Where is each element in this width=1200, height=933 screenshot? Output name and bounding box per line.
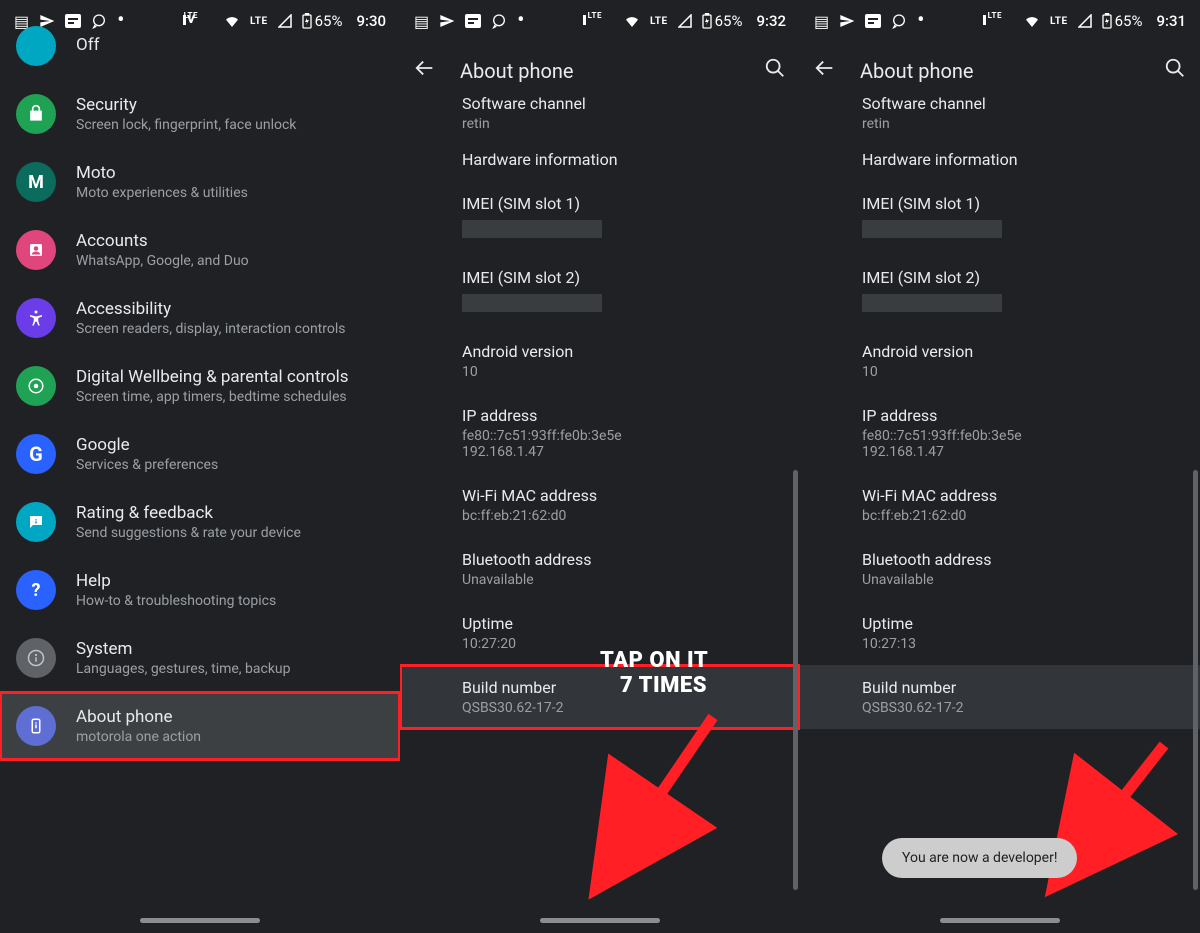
toast-developer: You are now a developer! bbox=[882, 838, 1077, 878]
screen-about-phone-toast: ▤ • LTE LTE 65% 9:31 About phone Softwar… bbox=[800, 0, 1200, 933]
row-bluetooth[interactable]: Bluetooth address Unavailable bbox=[400, 537, 800, 601]
settings-item-partial[interactable]: Off bbox=[0, 12, 400, 80]
lte-text: LTE bbox=[650, 16, 668, 27]
phone-info-icon bbox=[16, 706, 56, 746]
back-button[interactable] bbox=[814, 57, 836, 85]
row-imei2[interactable]: IMEI (SIM slot 2) bbox=[800, 255, 1200, 329]
row-ip-address[interactable]: IP address fe80::7c51:93ff:fe0b:3e5e 192… bbox=[800, 393, 1200, 473]
row-imei1[interactable]: IMEI (SIM slot 1) bbox=[800, 181, 1200, 255]
feedback-icon bbox=[16, 502, 56, 542]
redacted-value bbox=[462, 294, 602, 312]
section-hardware-info[interactable]: Hardware information bbox=[800, 132, 1200, 181]
settings-item-accounts[interactable]: AccountsWhatsApp, Google, and Duo bbox=[0, 216, 400, 284]
annotation-arrow bbox=[1084, 740, 1174, 854]
row-android-version[interactable]: Android version 10 bbox=[800, 329, 1200, 393]
page-title: About phone bbox=[860, 59, 1140, 83]
wifi-icon bbox=[624, 15, 640, 27]
back-button[interactable] bbox=[414, 57, 436, 85]
redacted-value bbox=[862, 294, 1002, 312]
page-title: About phone bbox=[460, 59, 740, 83]
status-bar: ▤ • LTE LTE 65% 9:32 bbox=[400, 0, 800, 42]
more-notifications-icon: • bbox=[517, 10, 524, 32]
newspaper-icon: ▤ bbox=[414, 12, 429, 31]
whatsapp-icon bbox=[491, 13, 507, 29]
row-imei2[interactable]: IMEI (SIM slot 2) bbox=[400, 255, 800, 329]
section-hardware-info[interactable]: Hardware information bbox=[400, 132, 800, 181]
redacted-value bbox=[862, 220, 1002, 238]
screen-settings-list: ▤ • LTE LTE 65% 9:30 Off SecurityScreen … bbox=[0, 0, 400, 933]
scrollbar[interactable] bbox=[793, 470, 798, 890]
info-icon bbox=[16, 638, 56, 678]
volte-icon: LTE bbox=[982, 14, 1014, 28]
settings-item-accessibility[interactable]: AccessibilityScreen readers, display, in… bbox=[0, 284, 400, 352]
signal-icon bbox=[1078, 14, 1092, 28]
news-icon bbox=[465, 14, 481, 28]
battery-indicator: 65% bbox=[702, 12, 743, 30]
generic-icon bbox=[16, 26, 56, 66]
search-button[interactable] bbox=[764, 57, 786, 85]
lock-icon bbox=[16, 94, 56, 134]
battery-indicator: 65% bbox=[1102, 12, 1143, 30]
help-icon: ? bbox=[16, 570, 56, 610]
row-software-channel[interactable]: Software channel retin bbox=[800, 94, 1200, 132]
accessibility-icon bbox=[16, 298, 56, 338]
signal-icon bbox=[678, 14, 692, 28]
telegram-icon bbox=[839, 13, 855, 29]
wifi-icon bbox=[1024, 15, 1040, 27]
settings-item-about-phone[interactable]: About phonemotorola one action bbox=[0, 692, 400, 760]
settings-item-wellbeing[interactable]: Digital Wellbeing & parental controlsScr… bbox=[0, 352, 400, 420]
annotation-arrow bbox=[618, 712, 728, 856]
whatsapp-icon bbox=[891, 13, 907, 29]
row-ip-address[interactable]: IP address fe80::7c51:93ff:fe0b:3e5e 192… bbox=[400, 393, 800, 473]
row-wifi-mac[interactable]: Wi-Fi MAC address bc:ff:eb:21:62:d0 bbox=[400, 473, 800, 537]
lte-text: LTE bbox=[1050, 16, 1068, 27]
moto-icon: M bbox=[16, 162, 56, 202]
settings-item-system[interactable]: SystemLanguages, gestures, time, backup bbox=[0, 624, 400, 692]
screen-about-phone-build: ▤ • LTE LTE 65% 9:32 About phone Softwar… bbox=[400, 0, 800, 933]
settings-item-moto[interactable]: M MotoMoto experiences & utilities bbox=[0, 148, 400, 216]
status-bar: ▤ • LTE LTE 65% 9:31 bbox=[800, 0, 1200, 42]
row-software-channel[interactable]: Software channel retin bbox=[400, 94, 800, 132]
settings-item-rating[interactable]: Rating & feedbackSend suggestions & rate… bbox=[0, 488, 400, 556]
settings-content: Off SecurityScreen lock, fingerprint, fa… bbox=[0, 12, 400, 760]
wellbeing-icon bbox=[16, 366, 56, 406]
clock-text: 9:31 bbox=[1156, 12, 1186, 30]
gesture-pill[interactable] bbox=[140, 918, 260, 923]
row-android-version[interactable]: Android version 10 bbox=[400, 329, 800, 393]
row-uptime[interactable]: Uptime 10:27:13 bbox=[800, 601, 1200, 665]
gesture-pill[interactable] bbox=[540, 918, 660, 923]
row-wifi-mac[interactable]: Wi-Fi MAC address bc:ff:eb:21:62:d0 bbox=[800, 473, 1200, 537]
gesture-pill[interactable] bbox=[940, 918, 1060, 923]
google-icon: G bbox=[16, 434, 56, 474]
app-bar: About phone bbox=[800, 42, 1200, 100]
settings-item-security[interactable]: SecurityScreen lock, fingerprint, face u… bbox=[0, 80, 400, 148]
settings-item-google[interactable]: G GoogleServices & preferences bbox=[0, 420, 400, 488]
news-icon bbox=[865, 14, 881, 28]
telegram-icon bbox=[439, 13, 455, 29]
accounts-icon bbox=[16, 230, 56, 270]
settings-item-help[interactable]: ? HelpHow-to & troubleshooting topics bbox=[0, 556, 400, 624]
more-notifications-icon: • bbox=[917, 10, 924, 32]
search-button[interactable] bbox=[1164, 57, 1186, 85]
volte-icon: LTE bbox=[582, 14, 614, 28]
app-bar: About phone bbox=[400, 42, 800, 100]
row-bluetooth[interactable]: Bluetooth address Unavailable bbox=[800, 537, 1200, 601]
scrollbar[interactable] bbox=[1193, 470, 1198, 890]
redacted-value bbox=[462, 220, 602, 238]
row-build-number[interactable]: Build number QSBS30.62-17-2 bbox=[800, 665, 1200, 729]
annotation-text: TAP ON IT 7 TIMES bbox=[600, 648, 708, 699]
row-imei1[interactable]: IMEI (SIM slot 1) bbox=[400, 181, 800, 255]
clock-text: 9:32 bbox=[756, 12, 786, 30]
newspaper-icon: ▤ bbox=[814, 12, 829, 31]
